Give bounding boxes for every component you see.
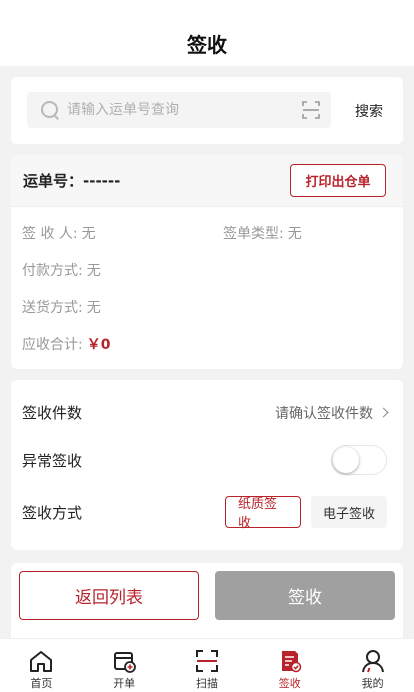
print-button[interactable]: 打印出仓单 (290, 164, 386, 197)
receiver-label: 签 收 人: (22, 226, 78, 242)
total-value: ￥0 (86, 337, 111, 353)
page-title: 签收 (187, 32, 227, 57)
search-card: 搜索 (11, 77, 403, 144)
payment-value: 无 (86, 263, 101, 279)
tab-label: 开单 (113, 677, 136, 690)
abnormal-sign-label: 异常签收 (22, 451, 83, 470)
payment-label: 付款方式: (22, 263, 83, 279)
abnormal-sign-row: 异常签收 (22, 445, 387, 475)
tab-home[interactable]: 首页 (0, 639, 83, 692)
sign-type-value: 无 (287, 226, 302, 242)
bottom-tabbar: 首页 开单 扫描 签收 我的 (0, 638, 414, 692)
delivery-label: 送货方式: (22, 300, 83, 316)
sign-count-action-text: 请确认签收件数 (275, 405, 373, 422)
delivery-row: 送货方式: 无 (22, 297, 101, 317)
top-header: 签收 (0, 0, 414, 66)
sign-card: 签收件数 请确认签收件数 异常签收 签收方式 纸质签收 电子签收 (11, 380, 403, 550)
sign-type-row: 签单类型: 无 (223, 223, 302, 243)
sign-method-options: 纸质签收 电子签收 (225, 496, 387, 531)
paper-sign-button[interactable]: 纸质签收 (225, 496, 301, 531)
delivery-value: 无 (86, 300, 101, 316)
sign-count-label: 签收件数 (22, 404, 83, 422)
sign-submit-button[interactable]: 签收 (215, 571, 395, 620)
tab-order[interactable]: 开单 (83, 639, 166, 692)
sign-count-action[interactable]: 请确认签收件数 (275, 403, 389, 423)
sign-method-row: 签收方式 纸质签收 电子签收 (22, 496, 387, 531)
sign-icon (281, 651, 302, 673)
tab-label: 首页 (30, 677, 53, 690)
search-input[interactable] (67, 102, 301, 118)
toggle-knob (333, 447, 359, 473)
electronic-sign-button[interactable]: 电子签收 (311, 496, 387, 528)
waybill-number: 运单号：------ (23, 172, 121, 190)
tab-label: 我的 (361, 677, 384, 690)
back-to-list-button[interactable]: 返回列表 (19, 571, 199, 620)
waybill-card: 运单号：------ 打印出仓单 签 收 人: 无 签单类型: 无 付款方式: 无 送… (11, 155, 403, 369)
user-icon (361, 650, 384, 673)
tab-label: 扫描 (195, 677, 218, 690)
tab-scan[interactable]: 扫描 (166, 639, 249, 692)
search-box[interactable] (27, 92, 331, 128)
tab-mine[interactable]: 我的 (331, 639, 414, 692)
receiver-value: 无 (81, 226, 96, 242)
chevron-right-icon (378, 407, 389, 418)
abnormal-sign-toggle[interactable] (331, 445, 387, 475)
scan-icon[interactable] (301, 100, 321, 120)
sign-method-label: 签收方式 (22, 503, 83, 522)
tab-label: 签收 (278, 677, 301, 690)
search-button[interactable]: 搜索 (355, 101, 383, 121)
total-label: 应收合计: (22, 337, 83, 353)
waybill-header: 运单号：------ 打印出仓单 (11, 155, 403, 207)
receiver-row: 签 收 人: 无 (22, 223, 96, 243)
tab-sign[interactable]: 签收 (248, 639, 331, 692)
sign-type-label: 签单类型: (223, 226, 284, 242)
search-icon (39, 99, 61, 121)
scan-icon (195, 650, 218, 672)
home-icon (30, 651, 53, 672)
sign-count-row[interactable]: 签收件数 请确认签收件数 (22, 402, 389, 423)
order-icon (114, 652, 137, 673)
payment-row: 付款方式: 无 (22, 260, 101, 280)
total-row: 应收合计: ￥0 (22, 334, 110, 354)
